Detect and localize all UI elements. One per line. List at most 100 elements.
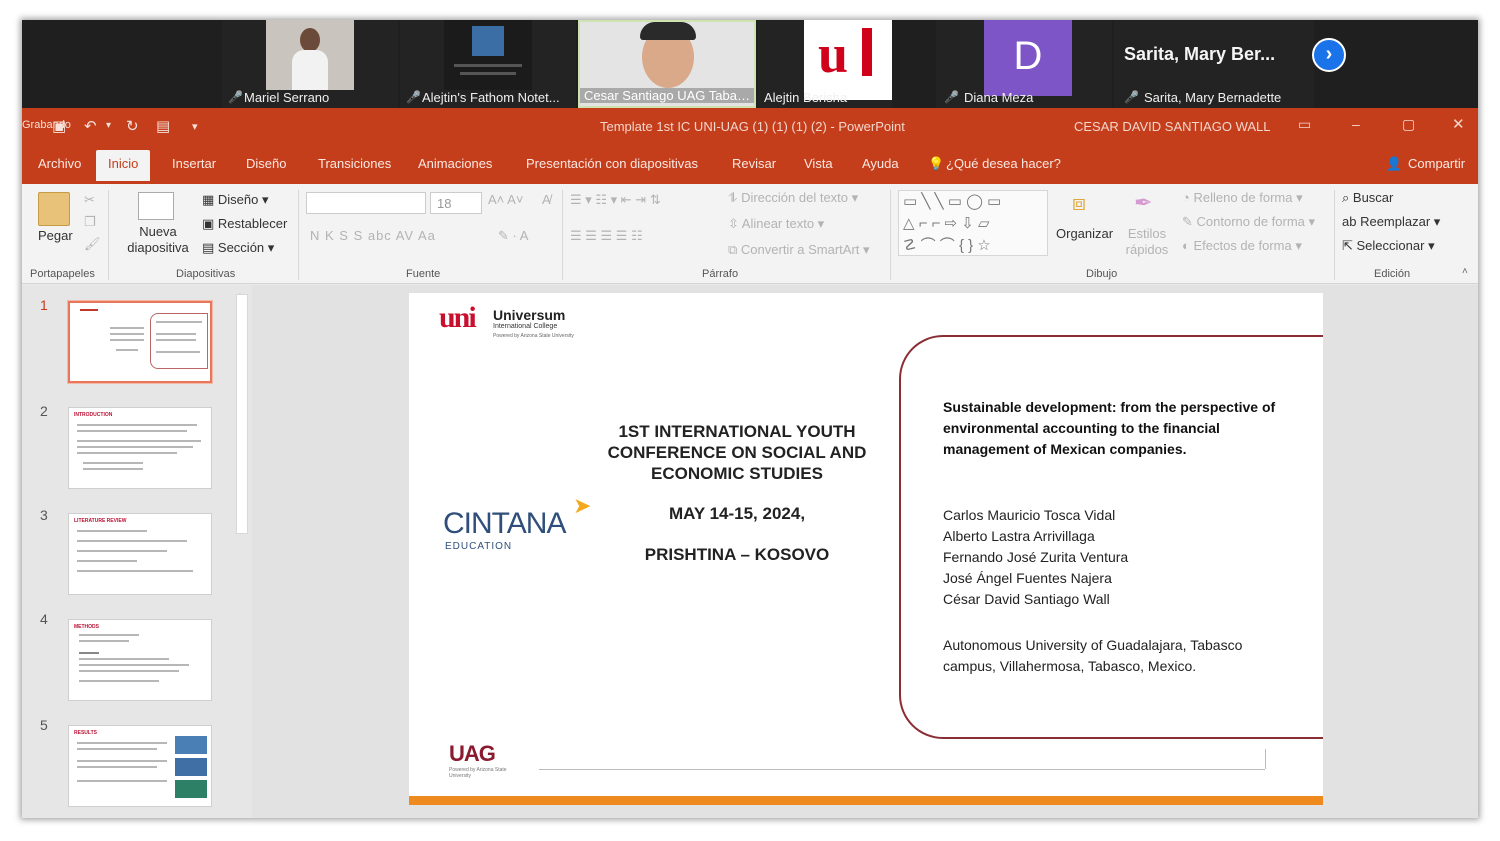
author-name: Carlos Mauricio Tosca Vidal [943, 507, 1116, 523]
redo-icon[interactable]: ↻ [126, 117, 139, 135]
start-slideshow-icon[interactable]: ▤ [156, 117, 170, 135]
slide-thumbnail-pane: 1 2 INTRODUCTION 3 LITERATURE REVIEW 4 M… [22, 285, 252, 818]
save-icon[interactable]: ▣ [52, 117, 66, 135]
tab-diseno[interactable]: Diseño [246, 156, 286, 171]
format-painter-icon[interactable]: 🖌 [84, 236, 101, 252]
ribbon-options-icon[interactable]: ▭ [1298, 116, 1311, 133]
thumb-number: 2 [40, 403, 48, 419]
shape-outline-button[interactable]: ✎ Contorno de forma ▾ [1182, 214, 1315, 230]
collapse-ribbon-icon[interactable]: ˄ [1462, 266, 1468, 277]
text-direction-button[interactable]: ⥮ Dirección del texto ▾ [728, 190, 858, 206]
participant-tile-alejtin[interactable]: u Alejtin Berisha [758, 20, 892, 108]
section-label: Sección [217, 240, 265, 255]
paper-info-box: Sustainable development: from the perspe… [899, 335, 1323, 739]
thumb-number: 1 [40, 297, 48, 313]
paper-title: Sustainable development: from the perspe… [943, 399, 1276, 457]
tab-insertar[interactable]: Insertar [172, 156, 216, 171]
group-label-diapositivas: Diapositivas [176, 268, 236, 280]
replace-button[interactable]: ab Reemplazar ▾ [1342, 214, 1440, 230]
font-name-field[interactable] [306, 192, 426, 214]
slide-thumbnail-4[interactable]: METHODS [68, 619, 212, 701]
tab-archivo[interactable]: Archivo [38, 156, 81, 171]
copy-icon[interactable]: ❐ [84, 214, 96, 230]
participant-tile-diana[interactable]: D 🎤 Diana Meza [936, 20, 1112, 108]
slide-thumbnail-3[interactable]: LITERATURE REVIEW [68, 513, 212, 595]
section-button[interactable]: ▤ Sección ▾ [202, 240, 274, 256]
find-button[interactable]: ⌕ Buscar [1342, 190, 1393, 206]
replace-label: Reemplazar [1360, 214, 1431, 229]
share-button[interactable]: Compartir [1408, 156, 1465, 171]
font-size-field[interactable]: 18 [430, 192, 482, 214]
paste-button[interactable]: Pegar [38, 228, 73, 243]
slide-thumbnail-2[interactable]: INTRODUCTION [68, 407, 212, 489]
next-page-arrow-icon[interactable]: › [1312, 38, 1346, 72]
thumb-number: 3 [40, 507, 48, 523]
tab-revisar[interactable]: Revisar [732, 156, 776, 171]
thumbnail-scrollbar[interactable] [236, 294, 248, 534]
user-name[interactable]: CESAR DAVID SANTIAGO WALL [1074, 119, 1271, 134]
slide-thumbnail-5[interactable]: RESULTS [68, 725, 212, 807]
section-icon: ▤ [202, 240, 218, 255]
grow-font-icon[interactable]: A˄ A˅ [488, 192, 523, 207]
tab-vista[interactable]: Vista [804, 156, 833, 171]
affiliation: Autonomous University of Guadalajara, Ta… [943, 637, 1243, 674]
arrange-button[interactable]: Organizar [1056, 226, 1113, 241]
reset-button[interactable]: ▣ Restablecer [202, 216, 287, 232]
author-name: José Ángel Fuentes Najera [943, 570, 1112, 586]
bullets-icon[interactable]: ☰ ▾ ☷ ▾ ⇤ ⇥ ⇅ [570, 192, 661, 208]
participant-tile-mariel[interactable]: 🎤 Mariel Serrano [222, 20, 398, 108]
current-slide[interactable]: uni Universum International College Powe… [409, 293, 1323, 805]
tab-transiciones[interactable]: Transiciones [318, 156, 391, 171]
participant-video [266, 20, 354, 90]
participant-tile-cesar[interactable]: Cesar Santiago UAG Tabas... [578, 20, 756, 108]
paint-bucket-icon: ◔ [1182, 190, 1194, 205]
align-text-icon: ⇳ [728, 216, 742, 231]
shape-effects-button[interactable]: ◐ Efectos de forma ▾ [1182, 238, 1302, 254]
cut-icon[interactable]: ✂ [84, 192, 95, 208]
font-format-buttons[interactable]: N K S S abc AV Aa [310, 228, 436, 243]
cintana-star-icon: ➤ [573, 493, 592, 518]
quick-styles-button[interactable]: Estilos rápidos [1124, 226, 1170, 258]
tab-inicio[interactable]: Inicio [96, 150, 151, 181]
participant-video [444, 20, 532, 90]
clear-format-icon[interactable]: A̸ [542, 192, 551, 207]
thumb-title: METHODS [74, 624, 99, 630]
minimize-icon[interactable]: – [1352, 116, 1360, 132]
cintana-sub: EDUCATION [445, 541, 513, 552]
select-button[interactable]: ⇱ Seleccionar ▾ [1342, 238, 1435, 254]
maximize-icon[interactable]: ▢ [1402, 116, 1415, 133]
thumb-number: 5 [40, 717, 48, 733]
shape-fill-button[interactable]: ◔ Relleno de forma ▾ [1182, 190, 1303, 206]
slide-thumbnail-1[interactable] [67, 300, 213, 384]
participant-tile-sarita[interactable]: Sarita, Mary Ber... 🎤 Sarita, Mary Berna… [1114, 20, 1314, 108]
select-label: Seleccionar [1356, 238, 1425, 253]
authors-list: Carlos Mauricio Tosca Vidal Alberto Last… [943, 505, 1303, 610]
universum-sub: International College [493, 323, 558, 330]
align-text-label: Alinear texto [741, 216, 815, 231]
shapes-gallery[interactable]: ▭ ╲ ╲ ▭ ◯ ▭ △ ⌐ ⌐ ⇨ ⇩ ▱ ☡ ⌒ ⌒ { } ☆ [898, 190, 1048, 256]
conference-date: MAY 14-15, 2024, [668, 504, 806, 523]
layout-button[interactable]: ▦ Diseño ▾ [202, 192, 269, 208]
search-icon: ⌕ [1342, 190, 1353, 205]
undo-dropdown-icon[interactable]: ▾ [106, 120, 111, 131]
paste-icon[interactable] [38, 192, 70, 226]
new-slide-button[interactable]: Nueva diapositiva [118, 224, 198, 256]
universum-name: Universum [493, 307, 566, 323]
tell-me-search[interactable]: ¿Qué desea hacer? [946, 156, 1061, 171]
quick-styles-icon[interactable]: ✒ [1134, 190, 1152, 216]
arrange-icon[interactable]: ⧈ [1072, 190, 1086, 216]
align-text-button[interactable]: ⇳ Alinear texto ▾ [728, 216, 824, 232]
smartart-button[interactable]: ⧉ Convertir a SmartArt ▾ [728, 242, 870, 258]
customize-qat-icon[interactable]: ▾ [192, 120, 198, 133]
tab-ayuda[interactable]: Ayuda [862, 156, 899, 171]
align-icons[interactable]: ☰ ☰ ☰ ☰ ☷ [570, 228, 643, 244]
tab-animaciones[interactable]: Animaciones [418, 156, 492, 171]
new-slide-icon[interactable] [138, 192, 174, 220]
tab-presentacion[interactable]: Presentación con diapositivas [526, 156, 698, 171]
smartart-label: Convertir a SmartArt [740, 242, 860, 257]
undo-icon[interactable]: ↶ [84, 117, 97, 135]
thumb-title: RESULTS [74, 730, 97, 736]
close-icon[interactable]: ✕ [1452, 115, 1465, 133]
participant-tile-fathom[interactable]: 🎤 Alejtin's Fathom Notet... [400, 20, 576, 108]
font-color-icon[interactable]: ✎ · A [498, 228, 528, 244]
